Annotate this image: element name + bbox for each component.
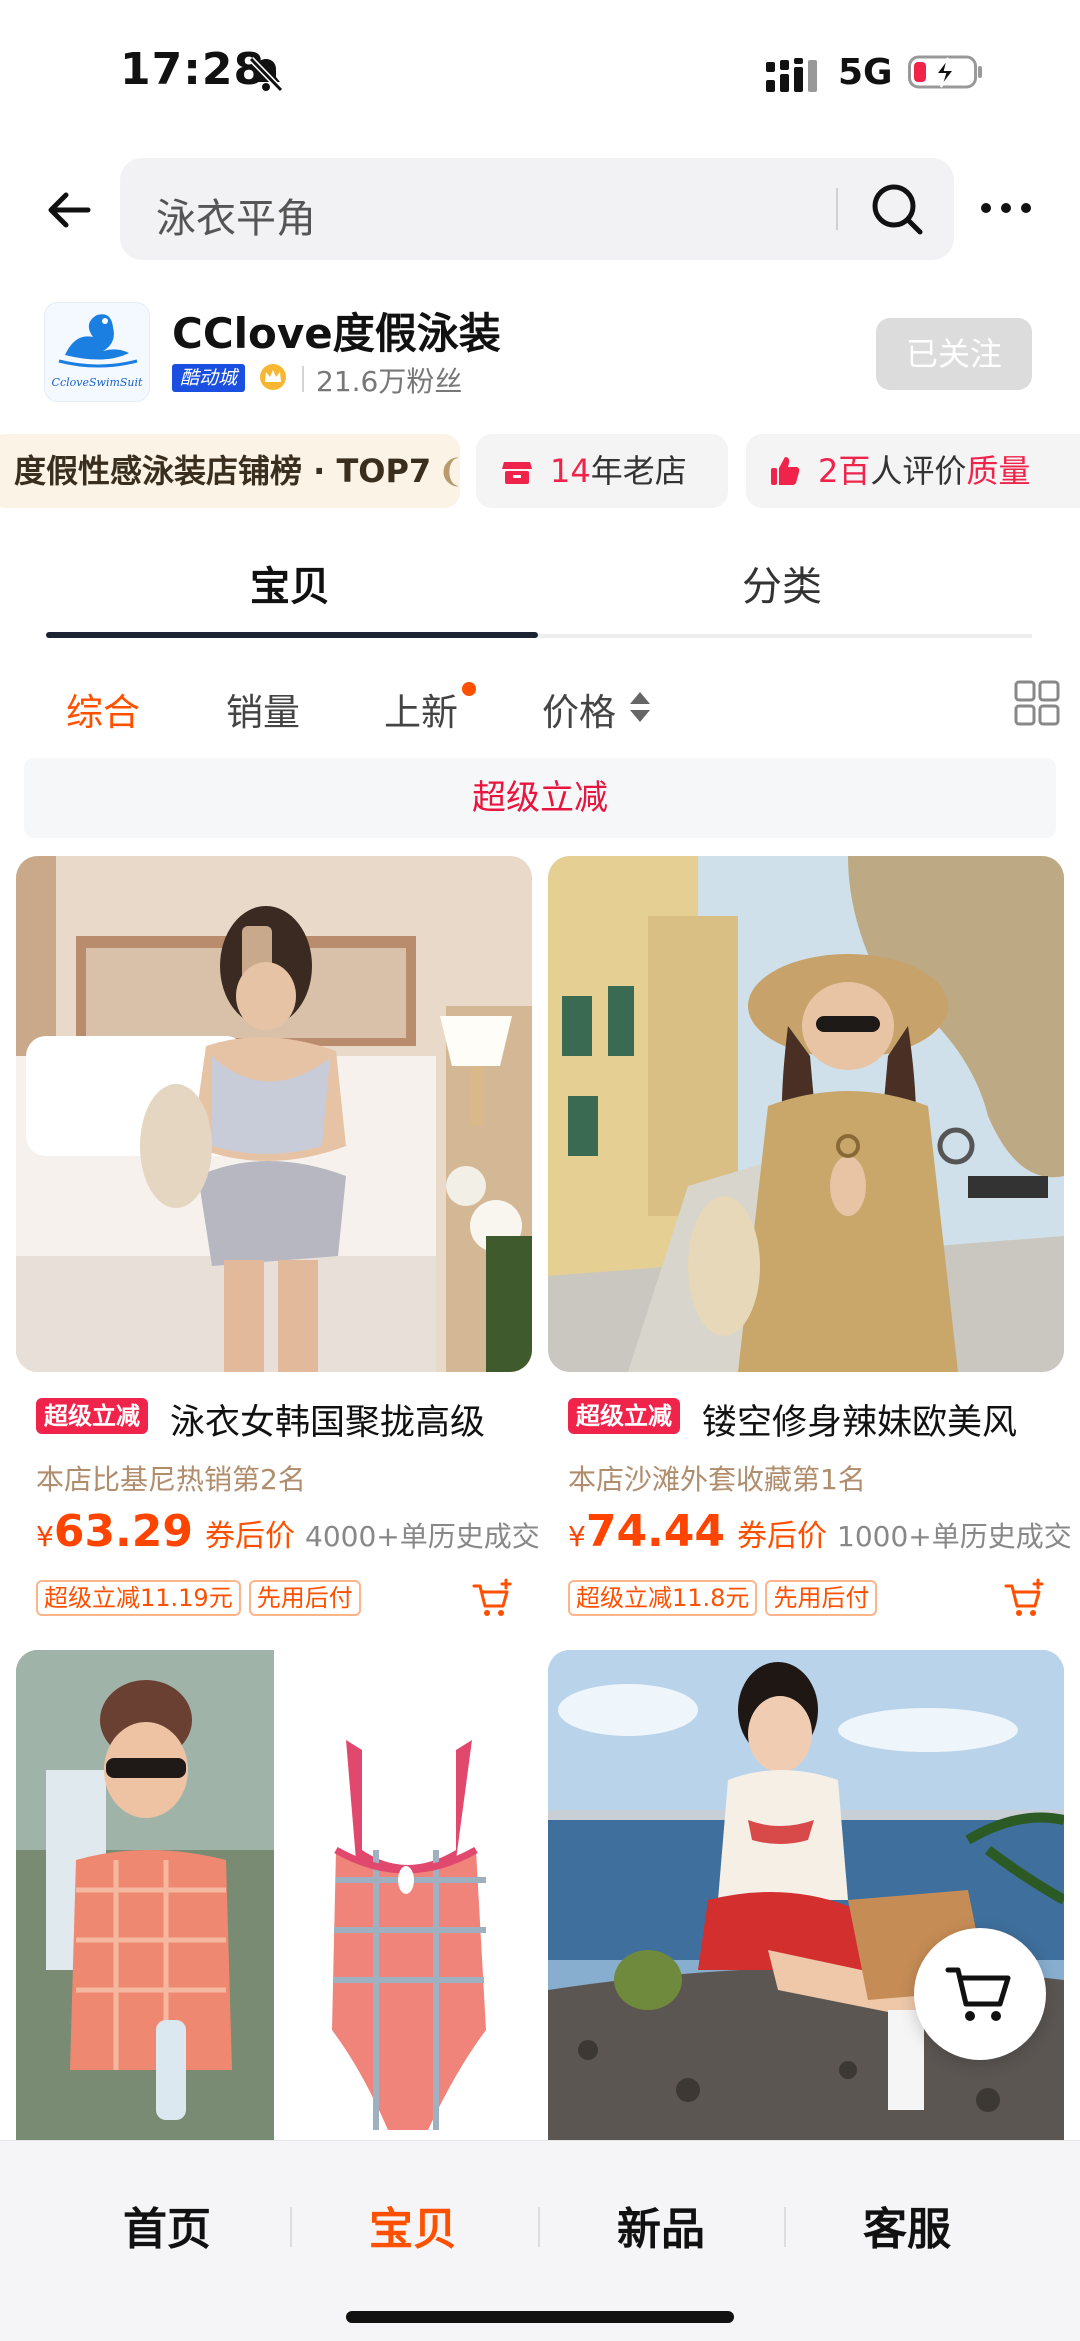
search-bar[interactable]: 泳衣平角 (120, 158, 954, 260)
product-card[interactable]: 超级立减 镂空修身辣妹欧美风 本店沙滩外套收藏第1名 ¥74.44 券后价 1000… (548, 856, 1072, 1636)
sold-count: 1000+单历史成交 (837, 1520, 1072, 1553)
bell-off-icon (248, 56, 284, 93)
price-row: ¥74.44 券后价 1000+单历史成交 (568, 1506, 1072, 1557)
more-options-icon[interactable] (976, 188, 1036, 228)
price-note: 券后价 (737, 1519, 828, 1554)
product-price: 63.29 (53, 1506, 194, 1557)
nav-items[interactable]: 宝贝 (290, 2193, 536, 2257)
product-image[interactable] (548, 1650, 1064, 2140)
currency-symbol: ¥ (36, 1520, 54, 1553)
coupon-row: 超级立减11.8元 先用后付 (568, 1580, 885, 1616)
review-text: 人评价 (870, 452, 967, 490)
nav-customer-service[interactable]: 客服 (784, 2193, 1030, 2257)
review-quality: 质量 (966, 452, 1031, 490)
add-to-cart-icon[interactable] (1004, 1578, 1046, 1620)
sort-price[interactable]: 价格 (542, 682, 616, 736)
super-discount-tag: 超级立减 (36, 1398, 148, 1434)
fans-count: 21.6万粉丝 (316, 365, 463, 398)
swan-logo-icon (58, 314, 138, 368)
product-card[interactable] (548, 1650, 1064, 2140)
signal-icon (766, 58, 817, 92)
divider (302, 366, 304, 392)
price-note: 券后价 (205, 1519, 296, 1554)
status-time: 17:28 (120, 44, 266, 95)
sold-count: 4000+单历史成交 (305, 1520, 540, 1553)
product-rank: 本店比基尼热销第2名 (36, 1463, 306, 1496)
product-image[interactable] (16, 856, 532, 1372)
store-age-tag[interactable]: 14年老店 (476, 434, 728, 508)
shop-level-badge: 酷动城 (172, 364, 246, 392)
home-indicator (346, 2311, 734, 2323)
thumbs-up-icon (771, 457, 800, 485)
shop-tags-row: 度假性感泳装店铺榜 · TOP7❨ 14年老店 2百人评价质量 (0, 434, 1080, 508)
store-icon (502, 462, 532, 484)
discount-coupon: 超级立减11.19元 (36, 1580, 241, 1616)
battery-icon (908, 55, 982, 89)
product-price: 74.44 (585, 1506, 726, 1557)
floating-cart-button[interactable] (914, 1928, 1046, 2060)
network-type: 5G (838, 52, 893, 93)
search-icon[interactable] (868, 180, 926, 238)
add-to-cart-icon[interactable] (472, 1578, 514, 1620)
new-indicator-dot (462, 682, 476, 696)
tab-items[interactable]: 宝贝 (250, 554, 330, 612)
product-card[interactable]: 超级立减 泳衣女韩国聚拢高级 本店比基尼热销第2名 ¥63.29 券后价 4000+… (16, 856, 540, 1636)
store-ranking-text: 度假性感泳装店铺榜 · TOP7 (14, 452, 432, 490)
store-age-text: 年老店 (590, 452, 687, 490)
tab-indicator (46, 632, 538, 638)
shop-name[interactable]: CClove度假泳装 (172, 300, 501, 361)
cart-icon (945, 1967, 1011, 2021)
nav-new[interactable]: 新品 (538, 2193, 784, 2257)
nav-home[interactable]: 首页 (44, 2193, 290, 2257)
product-title[interactable]: 镂空修身辣妹欧美风 (702, 1394, 1017, 1440)
sort-new[interactable]: 上新 (384, 682, 458, 736)
product-rank: 本店沙滩外套收藏第1名 (568, 1463, 866, 1496)
pay-later-tag: 先用后付 (765, 1580, 878, 1616)
product-title[interactable]: 泳衣女韩国聚拢高级 (170, 1394, 485, 1440)
status-bar: 17:28 5G (0, 0, 1080, 150)
shop-logo-text: CcloveSwimSuit (51, 376, 143, 389)
shop-logo[interactable]: CcloveSwimSuit (44, 302, 150, 402)
back-arrow-icon[interactable] (40, 180, 100, 240)
follow-button[interactable]: 已关注 (876, 318, 1032, 390)
product-image[interactable] (16, 1650, 532, 2140)
store-ranking-tag[interactable]: 度假性感泳装店铺榜 · TOP7❨ (0, 434, 460, 508)
product-card[interactable] (16, 1650, 532, 2140)
bottom-navigation: 首页 宝贝 新品 客服 (0, 2140, 1080, 2341)
store-age-number: 14 (550, 452, 591, 490)
sort-sales[interactable]: 销量 (226, 682, 300, 736)
product-image[interactable] (548, 856, 1064, 1372)
super-discount-tag: 超级立减 (568, 1398, 680, 1434)
currency-symbol: ¥ (568, 1520, 586, 1553)
pay-later-tag: 先用后付 (248, 1580, 361, 1616)
price-row: ¥63.29 券后价 4000+单历史成交 (36, 1506, 540, 1557)
crown-icon (260, 364, 286, 390)
super-discount-banner[interactable]: 超级立减 (24, 758, 1056, 838)
coupon-row: 超级立减11.19元 先用后付 (36, 1580, 369, 1616)
sort-arrows-icon[interactable] (628, 690, 652, 724)
search-divider (836, 188, 838, 230)
tab-categories[interactable]: 分类 (742, 554, 822, 612)
grid-view-icon[interactable] (1014, 680, 1060, 726)
review-tag[interactable]: 2百人评价质量 (746, 434, 1080, 508)
sort-general[interactable]: 综合 (66, 682, 140, 736)
search-input[interactable]: 泳衣平角 (156, 186, 316, 244)
product-title-row: 超级立减 泳衣女韩国聚拢高级 (16, 1394, 532, 1440)
laurel-icon: ❨ (437, 434, 460, 508)
discount-coupon: 超级立减11.8元 (568, 1580, 758, 1616)
review-count: 2百 (818, 452, 871, 490)
product-title-row: 超级立减 镂空修身辣妹欧美风 (548, 1394, 1064, 1440)
